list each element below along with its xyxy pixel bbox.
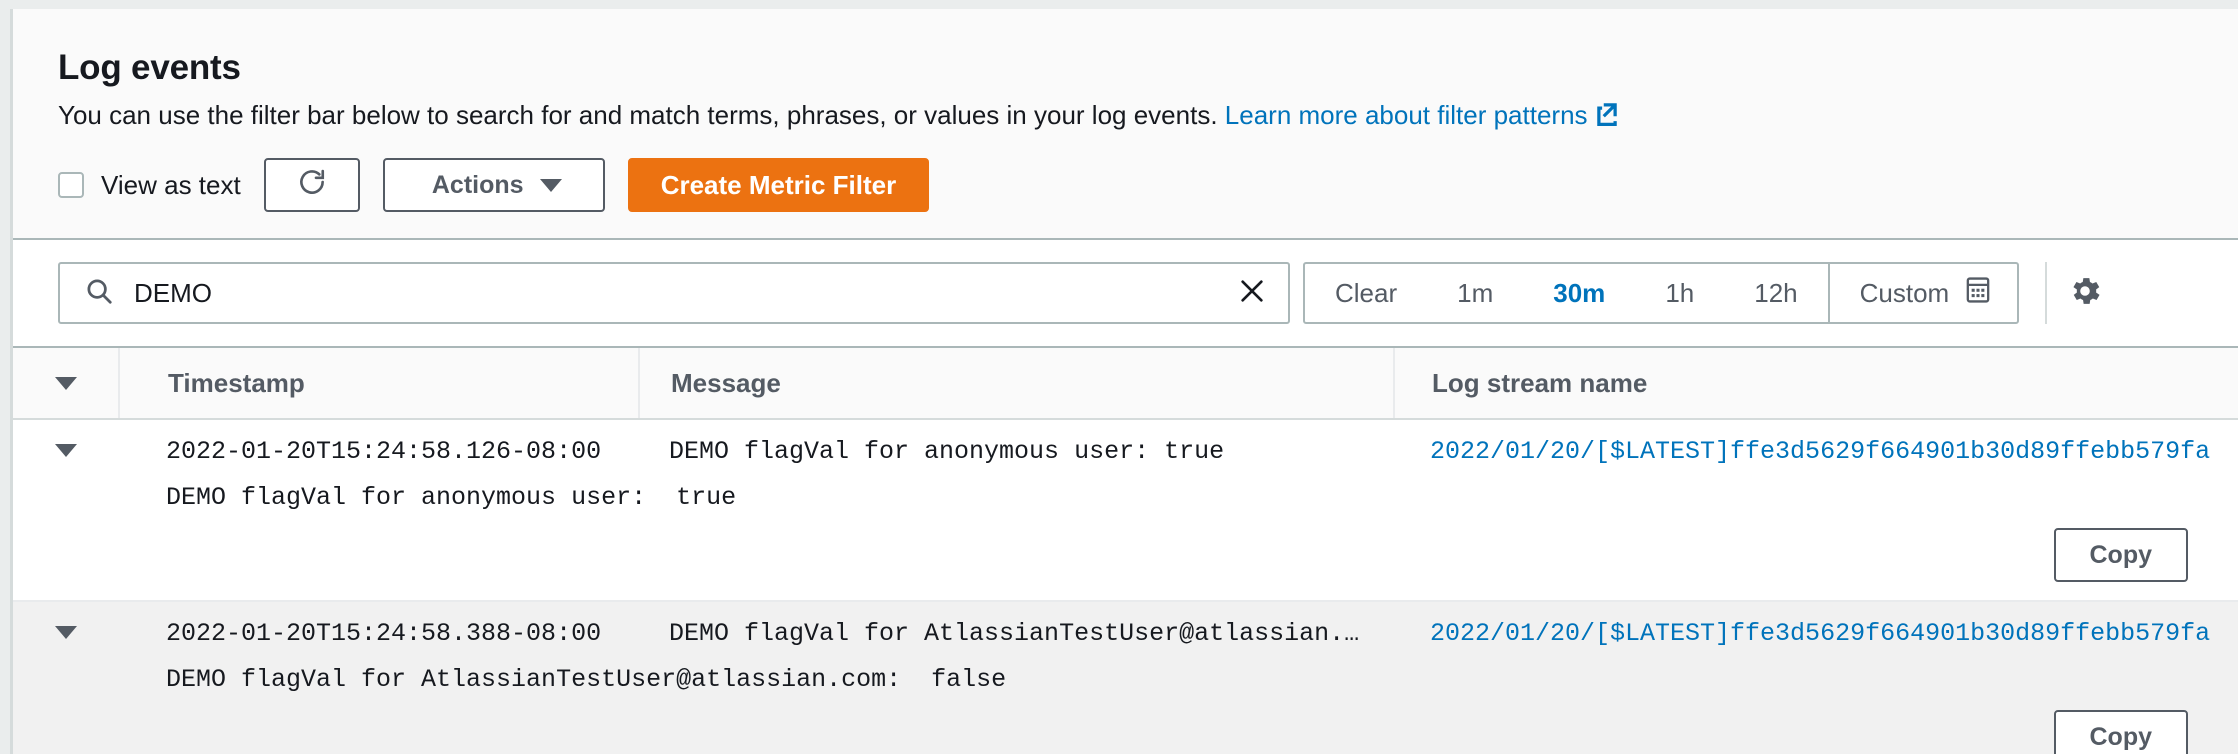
calendar-icon: [1965, 276, 1991, 311]
filter-bar: Clear 1m 30m 1h 12h Custom: [13, 240, 2238, 348]
description-text: You can use the filter bar below to sear…: [58, 100, 1218, 130]
learn-more-link[interactable]: Learn more about filter patterns: [1225, 100, 1620, 130]
header-message[interactable]: Message: [638, 348, 1393, 418]
time-range-group: Clear 1m 30m 1h 12h Custom: [1303, 262, 2019, 324]
clear-search-icon[interactable]: [1236, 275, 1268, 312]
row-expand-toggle[interactable]: [13, 437, 118, 457]
gear-icon: [2067, 273, 2103, 314]
toolbar: View as text Actions Create Metric Filte…: [58, 158, 2238, 238]
row-log-stream-link[interactable]: 2022/01/20/[$LATEST]ffe3d5629f664901b30d…: [1393, 619, 2238, 648]
header-log-stream-name[interactable]: Log stream name: [1393, 348, 2238, 418]
row-detail-text: DEMO flagVal for AtlassianTestUser@atlas…: [13, 648, 2238, 694]
table-header-row: Timestamp Message Log stream name: [13, 348, 2238, 420]
table-row: 2022-01-20T15:24:58.126-08:00 DEMO flagV…: [13, 420, 2238, 602]
page-title: Log events: [58, 49, 2238, 88]
view-as-text-toggle[interactable]: View as text: [58, 170, 241, 201]
search-input[interactable]: [134, 278, 1236, 309]
time-range-30m[interactable]: 30m: [1523, 264, 1635, 322]
chevron-down-icon: [55, 377, 77, 390]
learn-more-label: Learn more about filter patterns: [1225, 100, 1588, 130]
row-detail-text: DEMO flagVal for anonymous user: true: [13, 466, 2238, 512]
log-events-panel: Log events You can use the filter bar be…: [10, 9, 2238, 754]
row-timestamp: 2022-01-20T15:24:58.388-08:00: [118, 619, 638, 648]
panel-header: Log events You can use the filter bar be…: [13, 9, 2238, 240]
row-timestamp: 2022-01-20T15:24:58.126-08:00: [118, 437, 638, 466]
time-range-custom[interactable]: Custom: [1828, 264, 2018, 322]
panel-description: You can use the filter bar below to sear…: [58, 99, 2238, 134]
row-message: DEMO flagVal for AtlassianTestUser@atlas…: [638, 619, 1393, 648]
chevron-down-icon: [55, 444, 77, 457]
create-metric-filter-button[interactable]: Create Metric Filter: [628, 158, 930, 212]
refresh-button[interactable]: [264, 158, 360, 212]
custom-label: Custom: [1860, 278, 1950, 309]
settings-button[interactable]: [2047, 262, 2123, 324]
copy-button[interactable]: Copy: [2054, 710, 2189, 754]
view-as-text-label: View as text: [101, 170, 241, 201]
header-timestamp[interactable]: Timestamp: [118, 348, 638, 418]
copy-button[interactable]: Copy: [2054, 528, 2189, 582]
time-range-1m[interactable]: 1m: [1427, 264, 1523, 322]
view-as-text-checkbox[interactable]: [58, 172, 84, 198]
row-actions: Copy: [13, 512, 2238, 596]
chevron-down-icon: [540, 179, 562, 192]
time-range-12h[interactable]: 12h: [1724, 264, 1827, 322]
chevron-down-icon: [55, 626, 77, 639]
actions-label: Actions: [432, 171, 524, 200]
table-row: 2022-01-20T15:24:58.388-08:00 DEMO flagV…: [13, 602, 2238, 754]
time-range-1h[interactable]: 1h: [1635, 264, 1724, 322]
log-events-page: Log events You can use the filter bar be…: [0, 0, 2238, 754]
row-log-stream-link[interactable]: 2022/01/20/[$LATEST]ffe3d5629f664901b30d…: [1393, 437, 2238, 466]
actions-button[interactable]: Actions: [383, 158, 605, 212]
log-row-summary: 2022-01-20T15:24:58.126-08:00 DEMO flagV…: [13, 420, 2238, 466]
external-link-icon: [1594, 100, 1620, 134]
row-message: DEMO flagVal for anonymous user: true: [638, 437, 1393, 466]
log-events-table: Timestamp Message Log stream name 2022-0…: [13, 348, 2238, 754]
search-box[interactable]: [58, 262, 1290, 324]
log-row-summary: 2022-01-20T15:24:58.388-08:00 DEMO flagV…: [13, 602, 2238, 648]
row-actions: Copy: [13, 694, 2238, 754]
header-expand-all[interactable]: [13, 377, 118, 390]
row-expand-toggle[interactable]: [13, 619, 118, 639]
time-range-clear[interactable]: Clear: [1305, 264, 1427, 322]
refresh-icon: [297, 167, 327, 204]
search-icon: [84, 276, 114, 311]
